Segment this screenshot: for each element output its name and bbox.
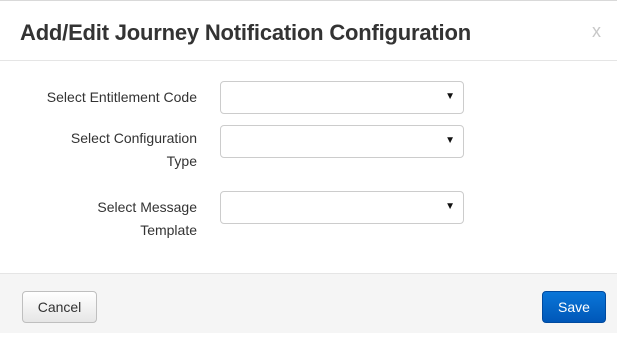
message-template-select[interactable]: ▼ [220, 191, 464, 224]
entitlement-code-label: Select Entitlement Code [46, 89, 197, 105]
modal-title: Add/Edit Journey Notification Configurat… [20, 20, 471, 45]
configuration-type-select[interactable]: ▼ [220, 125, 464, 158]
cancel-button[interactable]: Cancel [22, 291, 97, 323]
dropdown-arrow-icon: ▼ [445, 135, 455, 146]
modal-bottom-spacer [0, 333, 617, 359]
configuration-type-label-line1: Select Configuration [70, 130, 197, 146]
modal-header: Add/Edit Journey Notification Configurat… [0, 1, 617, 61]
save-button[interactable]: Save [542, 291, 606, 323]
entitlement-code-select[interactable]: ▼ [220, 81, 464, 114]
notification-config-modal: Add/Edit Journey Notification Configurat… [0, 0, 617, 359]
close-icon[interactable]: x [592, 21, 601, 42]
message-template-label-line2: Template [140, 222, 197, 238]
configuration-type-label: Select Configuration Type [7, 127, 197, 173]
dropdown-arrow-icon: ▼ [445, 201, 455, 212]
configuration-type-label-line2: Type [166, 153, 197, 169]
modal-footer: Cancel Save [0, 273, 617, 333]
message-template-label-line1: Select Message [97, 199, 197, 215]
dropdown-arrow-icon: ▼ [445, 91, 455, 102]
message-template-label: Select Message Template [7, 196, 197, 242]
